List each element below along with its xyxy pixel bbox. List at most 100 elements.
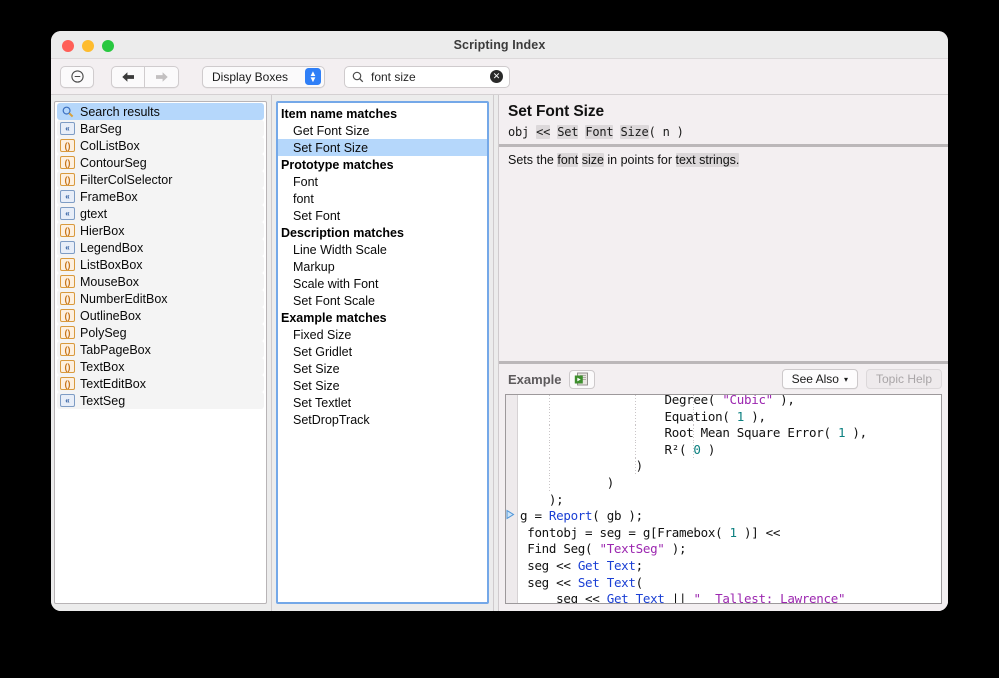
- right-splitter[interactable]: [489, 95, 498, 611]
- indent-guide: [548, 408, 550, 426]
- list-item[interactable]: « BarSeg: [57, 120, 264, 137]
- list-item[interactable]: Search results: [57, 103, 264, 120]
- prototype-token: Size: [620, 125, 649, 139]
- code-line[interactable]: seg << Get Text || " Tallest: Lawrence": [506, 591, 941, 604]
- code-line[interactable]: Equation( 1 ),: [506, 408, 941, 426]
- result-item[interactable]: Set Font Size: [278, 139, 487, 156]
- code-line[interactable]: Find Seg( "TextSeg" );: [506, 541, 941, 558]
- indent-guide: [692, 395, 694, 409]
- code-line[interactable]: Degree( "Cubic" ),: [506, 395, 941, 409]
- list-item[interactable]: () TabPageBox: [57, 341, 264, 358]
- remove-bookmark-button[interactable]: [60, 65, 94, 88]
- list-item[interactable]: () ContourSeg: [57, 154, 264, 171]
- zoom-button[interactable]: [102, 40, 114, 52]
- code-line[interactable]: seg << Set Text(: [506, 575, 941, 592]
- code-lines[interactable]: Degree( "Cubic" ), Equation( 1 ), Root M…: [506, 395, 941, 604]
- indent-guide: [692, 425, 694, 442]
- result-item[interactable]: Scale with Font: [278, 275, 487, 292]
- indent-guide: [692, 408, 694, 426]
- result-item[interactable]: Line Width Scale: [278, 241, 487, 258]
- code-line[interactable]: ): [506, 474, 941, 492]
- description-token: in points for: [603, 153, 676, 167]
- list-item-label: TextSeg: [80, 393, 126, 408]
- result-item[interactable]: SetDropTrack: [278, 411, 487, 428]
- indent-guide: [635, 425, 637, 442]
- list-item[interactable]: () OutlineBox: [57, 307, 264, 324]
- list-item-label: OutlineBox: [80, 308, 142, 323]
- window-controls: [62, 40, 114, 52]
- topic-help-button[interactable]: Topic Help: [865, 369, 942, 389]
- list-item-label: TextBox: [80, 359, 125, 374]
- search-field[interactable]: font size ✕: [344, 65, 510, 88]
- result-item[interactable]: Markup: [278, 258, 487, 275]
- example-code-area[interactable]: Degree( "Cubic" ), Equation( 1 ), Root M…: [505, 394, 942, 604]
- left-splitter[interactable]: [267, 95, 276, 611]
- minimize-button[interactable]: [82, 40, 94, 52]
- object-list-panel[interactable]: Search results « BarSeg () ColListBox () Conto…: [54, 101, 267, 604]
- list-item-label: FilterColSelector: [80, 172, 173, 187]
- code-line[interactable]: R²( 0 ): [506, 441, 941, 459]
- list-item[interactable]: () FilterColSelector: [57, 171, 264, 188]
- code-line[interactable]: ): [506, 458, 941, 475]
- code-viewport[interactable]: Degree( "Cubic" ), Equation( 1 ), Root M…: [506, 395, 941, 604]
- code-line[interactable]: seg << Get Text;: [506, 558, 941, 575]
- double-chevron-icon: «: [60, 190, 75, 203]
- result-item[interactable]: Set Textlet: [278, 394, 487, 411]
- list-item-label: MouseBox: [80, 274, 140, 289]
- result-item[interactable]: Font: [278, 173, 487, 190]
- code-line[interactable]: );: [506, 492, 941, 509]
- list-item[interactable]: « TextSeg: [57, 392, 264, 409]
- list-item[interactable]: « FrameBox: [57, 188, 264, 205]
- list-item[interactable]: « LegendBox: [57, 239, 264, 256]
- result-label: Scale with Font: [293, 276, 379, 291]
- right-arrow-icon: [156, 71, 168, 82]
- prototype-token: <<: [536, 125, 551, 139]
- code-token: "Cubic": [722, 395, 773, 407]
- run-script-button[interactable]: [569, 369, 596, 389]
- code-line[interactable]: Root Mean Square Error( 1 ),: [506, 425, 941, 442]
- clear-search-icon[interactable]: ✕: [490, 70, 503, 83]
- result-item[interactable]: Set Size: [278, 377, 487, 394]
- chevron-down-icon: ▾: [843, 374, 848, 384]
- list-item-label: gtext: [80, 206, 108, 221]
- category-popup-button[interactable]: Display Boxes ▲ ▼: [202, 65, 325, 88]
- code-token: Find Seg(: [520, 541, 600, 557]
- code-token: ): [520, 458, 644, 474]
- result-item[interactable]: font: [278, 190, 487, 207]
- list-item[interactable]: () ColListBox: [57, 137, 264, 154]
- code-token: ||: [664, 591, 694, 604]
- result-item[interactable]: Set Font: [278, 207, 487, 224]
- result-item[interactable]: Set Gridlet: [278, 343, 487, 360]
- list-item[interactable]: () TextEditBox: [57, 375, 264, 392]
- list-item[interactable]: () MouseBox: [57, 273, 264, 290]
- result-item[interactable]: Fixed Size: [278, 326, 487, 343]
- code-token: Set Text: [577, 574, 636, 590]
- code-token: Root Mean Square Error(: [520, 425, 838, 441]
- list-item[interactable]: « gtext: [57, 205, 264, 222]
- forward-button[interactable]: [145, 65, 179, 88]
- statement-marker-icon[interactable]: [506, 509, 518, 522]
- result-item[interactable]: Set Font Scale: [278, 292, 487, 309]
- search-input[interactable]: font size: [371, 70, 490, 84]
- example-toolbar: Example See Also ▾ Topic Help: [499, 364, 948, 394]
- result-label: SetDropTrack: [293, 412, 370, 427]
- result-group-header: Item name matches: [278, 105, 487, 122]
- list-item[interactable]: () HierBox: [57, 222, 264, 239]
- list-item-label: HierBox: [80, 223, 125, 238]
- list-item[interactable]: () TextBox: [57, 358, 264, 375]
- code-token: ): [520, 474, 615, 490]
- result-item[interactable]: Get Font Size: [278, 122, 487, 139]
- list-item[interactable]: () ListBoxBox: [57, 256, 264, 273]
- search-results-panel[interactable]: Item name matches Get Font Size Set Font S…: [276, 101, 489, 604]
- close-button[interactable]: [62, 40, 74, 52]
- code-line[interactable]: g = Report( gb );: [506, 508, 941, 525]
- back-button[interactable]: [111, 65, 145, 88]
- list-item[interactable]: () PolySeg: [57, 324, 264, 341]
- code-line[interactable]: fontobj = seg = g[Framebox( 1 )] <<: [506, 525, 941, 542]
- description-token: text strings.: [675, 153, 740, 167]
- result-item[interactable]: Set Size: [278, 360, 487, 377]
- parentheses-icon: (): [60, 275, 75, 288]
- see-also-button[interactable]: See Also ▾: [781, 369, 858, 389]
- list-item[interactable]: () NumberEditBox: [57, 290, 264, 307]
- list-item-label: BarSeg: [80, 121, 122, 136]
